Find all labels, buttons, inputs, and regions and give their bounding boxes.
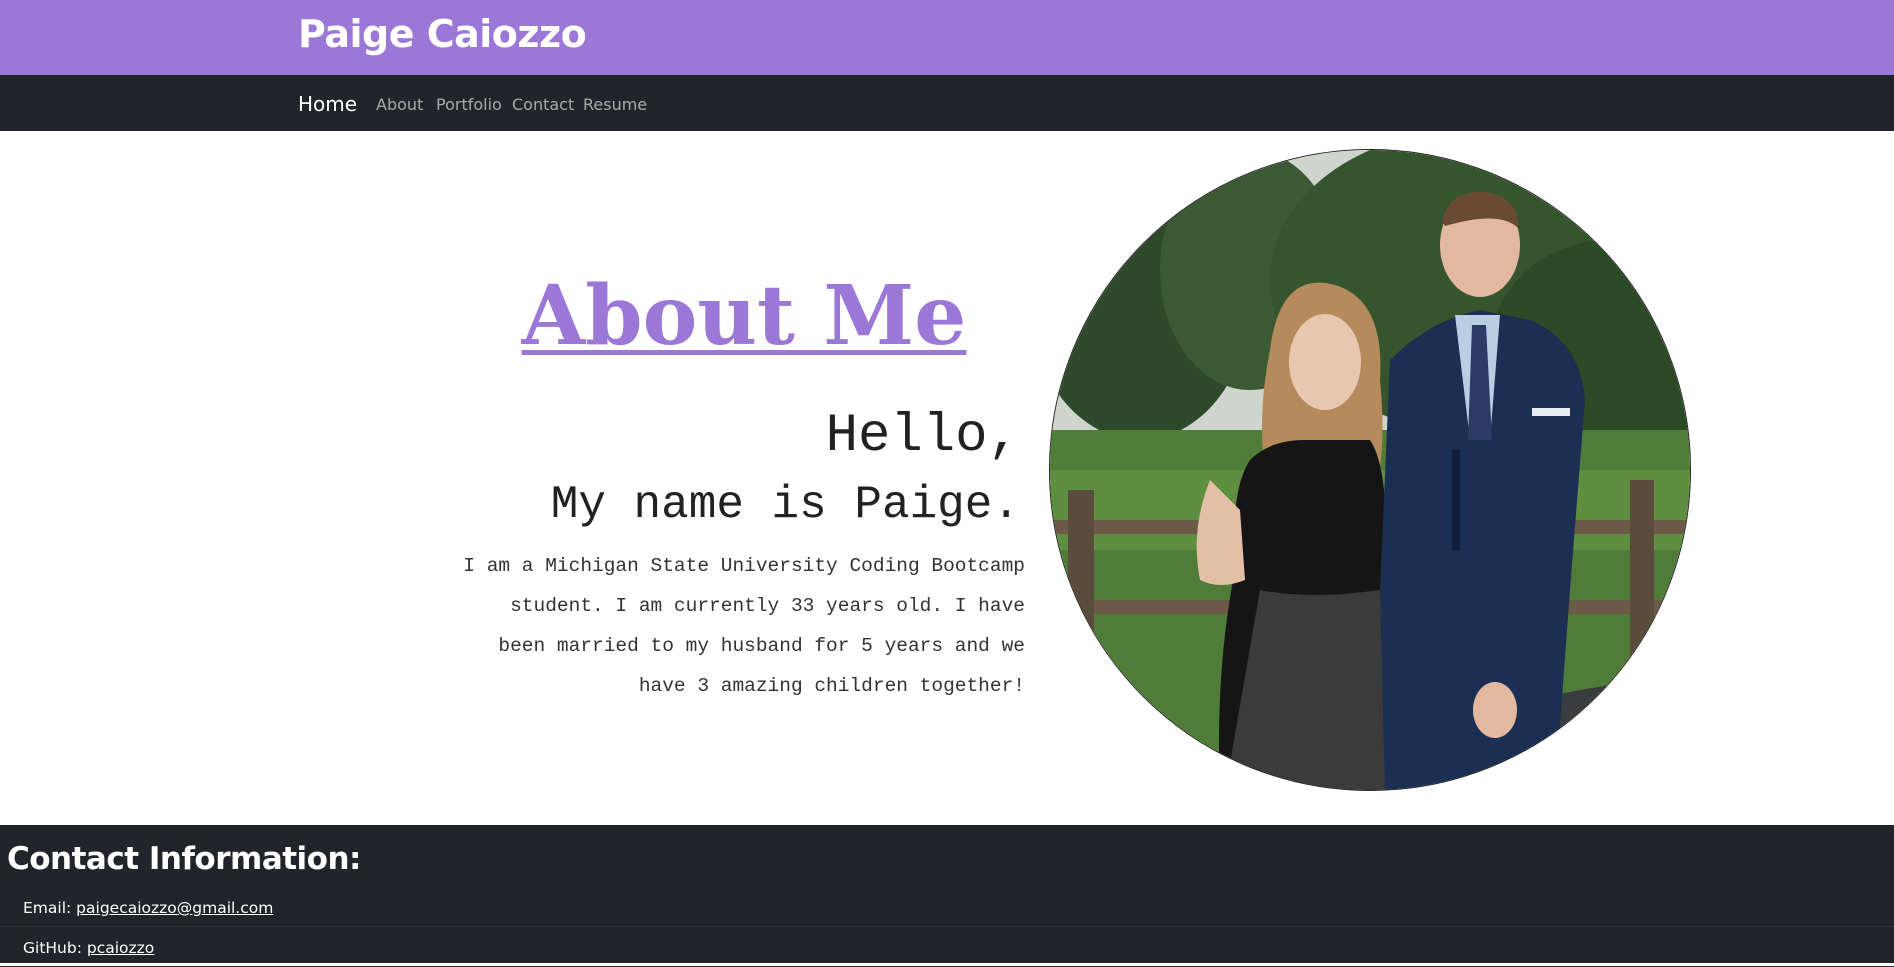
nav-portfolio-link[interactable]: Portfolio bbox=[436, 95, 502, 114]
nav-home-link[interactable]: Home bbox=[298, 92, 357, 116]
contact-title: Contact Information: bbox=[7, 841, 361, 877]
bio-text: I am a Michigan State University Coding … bbox=[463, 555, 1025, 697]
navbar: Home About Portfolio Contact Resume bbox=[0, 75, 1894, 131]
email-link[interactable]: paigecaiozzo@gmail.com bbox=[76, 899, 273, 917]
nav-resume-link[interactable]: Resume bbox=[583, 95, 647, 114]
hello-text: Hello, bbox=[825, 406, 1020, 467]
about-heading: About Me bbox=[521, 268, 967, 364]
github-label: GitHub: bbox=[23, 939, 82, 957]
contact-email-row: Email: paigecaiozzo@gmail.com bbox=[0, 887, 1894, 927]
profile-photo bbox=[1049, 149, 1691, 791]
couple-photo-image bbox=[1050, 150, 1690, 790]
nav-contact-link[interactable]: Contact bbox=[512, 95, 574, 114]
brand-title[interactable]: Paige Caiozzo bbox=[298, 12, 587, 56]
brand-header: Paige Caiozzo bbox=[0, 0, 1894, 75]
contact-github-row: GitHub: pcaiozzo bbox=[0, 927, 1894, 967]
github-link[interactable]: pcaiozzo bbox=[87, 939, 154, 957]
nav-about-link[interactable]: About bbox=[376, 95, 423, 114]
name-text: My name is Paige. bbox=[550, 479, 1020, 531]
email-label: Email: bbox=[23, 899, 72, 917]
contact-footer: Contact Information: Email: paigecaiozzo… bbox=[0, 825, 1894, 967]
